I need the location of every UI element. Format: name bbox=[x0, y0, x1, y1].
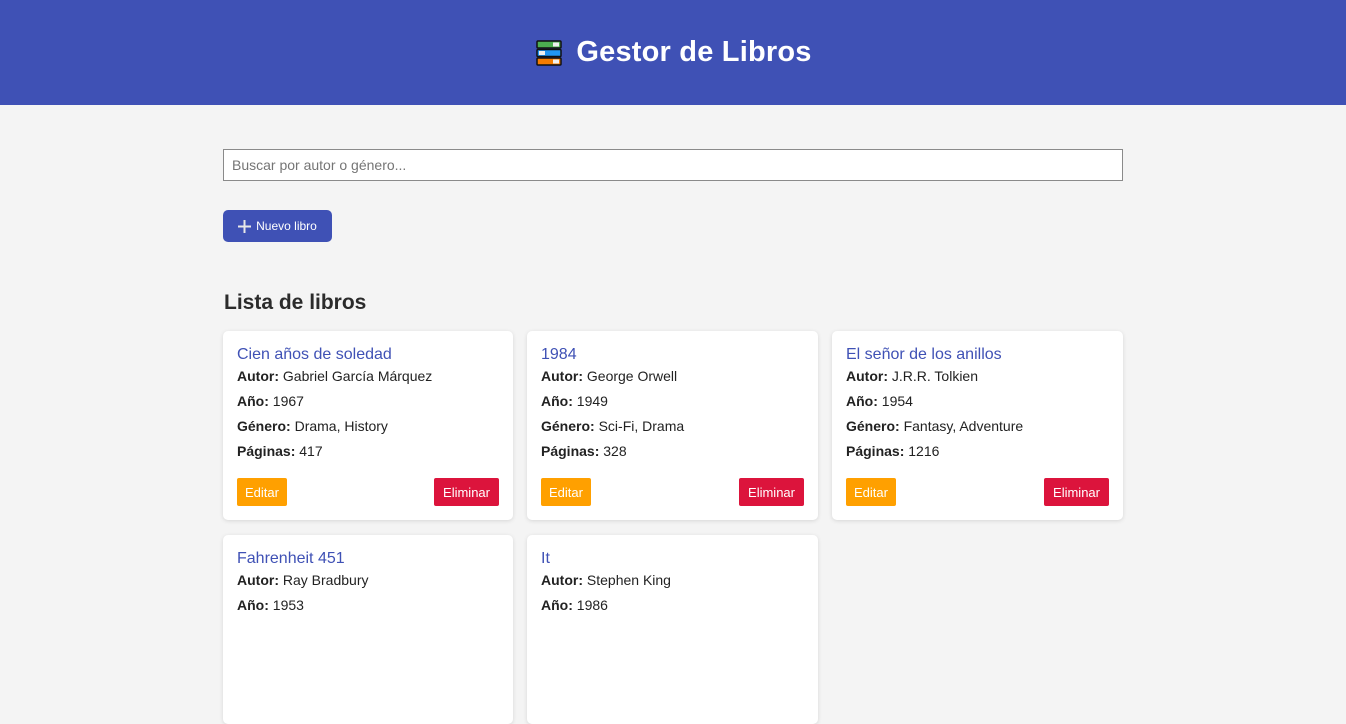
book-year: Año: 1986 bbox=[541, 597, 804, 613]
genre-label: Género: bbox=[237, 418, 291, 434]
search-input[interactable] bbox=[223, 149, 1123, 181]
plus-icon bbox=[238, 219, 252, 233]
book-card: It Autor: Stephen King Año: 1986 bbox=[527, 535, 818, 724]
book-title: 1984 bbox=[541, 346, 577, 363]
author-value: Gabriel García Márquez bbox=[282, 368, 433, 384]
new-book-label: Nuevo libro bbox=[256, 219, 317, 233]
book-year: Año: 1954 bbox=[846, 393, 1109, 409]
author-label: Autor: bbox=[846, 368, 888, 384]
books-icon bbox=[536, 39, 563, 66]
genre-value: Sci-Fi, Drama bbox=[598, 418, 685, 434]
main-content: Nuevo libro Lista de libros Cien años de… bbox=[223, 149, 1123, 724]
book-genre: Género: Sci-Fi, Drama bbox=[541, 418, 804, 434]
pages-value: 417 bbox=[299, 443, 323, 459]
year-value: 1953 bbox=[272, 597, 304, 613]
edit-button[interactable]: Editar bbox=[237, 478, 287, 506]
book-title: Fahrenheit 451 bbox=[237, 550, 345, 567]
pages-value: 1216 bbox=[908, 443, 940, 459]
book-genre: Género: Fantasy, Adventure bbox=[846, 418, 1109, 434]
card-actions: Editar Eliminar bbox=[846, 478, 1109, 506]
book-author: Autor: Ray Bradbury bbox=[237, 572, 499, 588]
author-label: Autor: bbox=[541, 572, 583, 588]
pages-value: 328 bbox=[603, 443, 627, 459]
delete-button[interactable]: Eliminar bbox=[739, 478, 804, 506]
delete-button[interactable]: Eliminar bbox=[434, 478, 499, 506]
book-pages: Páginas: 417 bbox=[237, 443, 499, 459]
book-pages: Páginas: 1216 bbox=[846, 443, 1109, 459]
genre-label: Género: bbox=[846, 418, 900, 434]
year-label: Año: bbox=[237, 393, 269, 409]
year-value: 1967 bbox=[272, 393, 304, 409]
genre-value: Fantasy, Adventure bbox=[903, 418, 1024, 434]
year-label: Año: bbox=[846, 393, 878, 409]
year-value: 1949 bbox=[576, 393, 608, 409]
book-title: Cien años de soledad bbox=[237, 346, 392, 363]
book-year: Año: 1967 bbox=[237, 393, 499, 409]
author-label: Autor: bbox=[541, 368, 583, 384]
book-author: Autor: J.R.R. Tolkien bbox=[846, 368, 1109, 384]
book-author: Autor: George Orwell bbox=[541, 368, 804, 384]
edit-button[interactable]: Editar bbox=[541, 478, 591, 506]
book-grid: Cien años de soledad Autor: Gabriel Garc… bbox=[223, 331, 1123, 724]
author-label: Autor: bbox=[237, 368, 279, 384]
book-card: Cien años de soledad Autor: Gabriel Garc… bbox=[223, 331, 513, 520]
genre-label: Género: bbox=[541, 418, 595, 434]
genre-value: Drama, History bbox=[294, 418, 388, 434]
book-title: El señor de los anillos bbox=[846, 346, 1002, 363]
book-genre: Género: Drama, History bbox=[237, 418, 499, 434]
pages-label: Páginas: bbox=[541, 443, 600, 459]
year-label: Año: bbox=[541, 393, 573, 409]
book-card: El señor de los anillos Autor: J.R.R. To… bbox=[832, 331, 1123, 520]
book-year: Año: 1953 bbox=[237, 597, 499, 613]
pages-label: Páginas: bbox=[237, 443, 296, 459]
book-pages: Páginas: 328 bbox=[541, 443, 804, 459]
book-card: 1984 Autor: George Orwell Año: 1949 Géne… bbox=[527, 331, 818, 520]
edit-button[interactable]: Editar bbox=[846, 478, 896, 506]
year-value: 1986 bbox=[576, 597, 608, 613]
pages-label: Páginas: bbox=[846, 443, 905, 459]
year-value: 1954 bbox=[881, 393, 913, 409]
author-label: Autor: bbox=[237, 572, 279, 588]
delete-button[interactable]: Eliminar bbox=[1044, 478, 1109, 506]
book-author: Autor: Gabriel García Márquez bbox=[237, 368, 499, 384]
new-book-button[interactable]: Nuevo libro bbox=[223, 210, 332, 242]
book-author: Autor: Stephen King bbox=[541, 572, 804, 588]
author-value: Ray Bradbury bbox=[282, 572, 369, 588]
list-title: Lista de libros bbox=[224, 291, 367, 314]
year-label: Año: bbox=[541, 597, 573, 613]
book-title: It bbox=[541, 550, 550, 567]
author-value: George Orwell bbox=[586, 368, 678, 384]
book-card: Fahrenheit 451 Autor: Ray Bradbury Año: … bbox=[223, 535, 513, 724]
app-title: Gestor de Libros bbox=[576, 36, 812, 68]
card-actions: Editar Eliminar bbox=[237, 478, 499, 506]
app-header: Gestor de Libros bbox=[0, 0, 1346, 105]
year-label: Año: bbox=[237, 597, 269, 613]
card-actions: Editar Eliminar bbox=[541, 478, 804, 506]
book-year: Año: 1949 bbox=[541, 393, 804, 409]
author-value: Stephen King bbox=[586, 572, 671, 588]
author-value: J.R.R. Tolkien bbox=[891, 368, 978, 384]
